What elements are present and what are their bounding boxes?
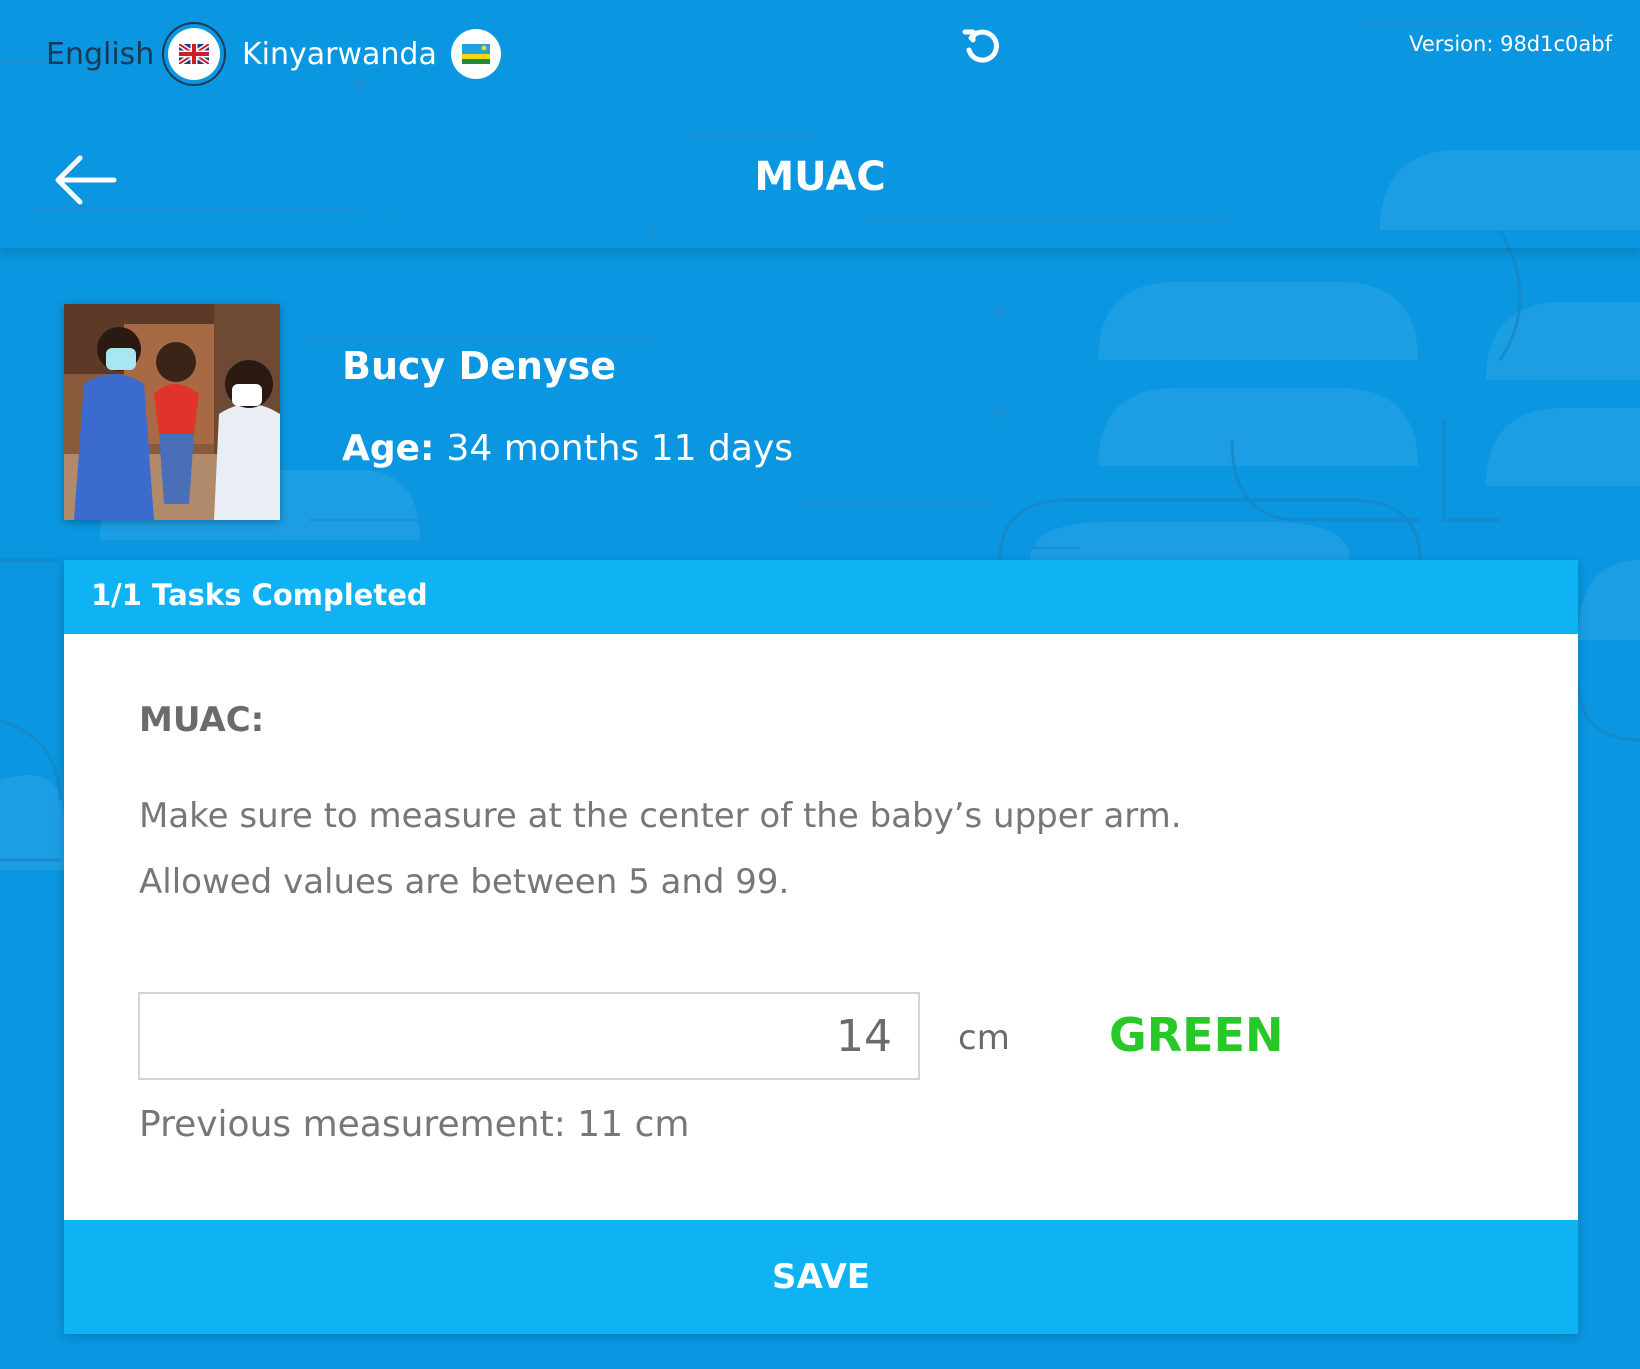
- language-label-kinyarwanda: Kinyarwanda: [242, 36, 437, 72]
- muac-input[interactable]: [138, 992, 920, 1080]
- version-label: Version: 98d1c0abf: [1409, 32, 1612, 56]
- rwanda-flag-icon: [450, 29, 501, 79]
- patient-age: Age: 34 months 11 days: [342, 428, 793, 469]
- save-button[interactable]: SAVE: [64, 1220, 1578, 1334]
- activity-card: 1/1 Tasks Completed MUAC: Make sure to m…: [64, 560, 1578, 1334]
- age-value: 34 months 11 days: [446, 428, 793, 469]
- tasks-completed-label: 1/1 Tasks Completed: [91, 578, 428, 612]
- svg-text:+: +: [990, 291, 1013, 335]
- tasks-header: 1/1 Tasks Completed: [64, 560, 1578, 634]
- language-label-english: English: [46, 36, 155, 72]
- unit-label: cm: [958, 1018, 1010, 1058]
- page-title: MUAC: [754, 154, 886, 200]
- patient-name: Bucy Denyse: [342, 344, 617, 388]
- uk-flag-icon: [168, 28, 221, 80]
- language-option-kinyarwanda[interactable]: Kinyarwanda: [242, 24, 501, 84]
- top-bar: English Kinyarwanda Version: 98d1c0abf: [0, 0, 1640, 110]
- page-header: MUAC: [0, 110, 1640, 248]
- svg-text:+: +: [990, 391, 1013, 435]
- question-label: MUAC:: [139, 700, 265, 740]
- language-option-english[interactable]: English: [46, 24, 221, 84]
- patient-photo: [64, 304, 280, 520]
- refresh-icon[interactable]: [962, 26, 1002, 66]
- age-label: Age:: [342, 428, 435, 469]
- muac-zone-indicator: GREEN: [1109, 1008, 1284, 1062]
- previous-measurement: Previous measurement: 11 cm: [139, 1104, 690, 1145]
- help-text-allowed-values: Allowed values are between 5 and 99.: [139, 862, 790, 902]
- help-text-measure: Make sure to measure at the center of th…: [139, 796, 1182, 836]
